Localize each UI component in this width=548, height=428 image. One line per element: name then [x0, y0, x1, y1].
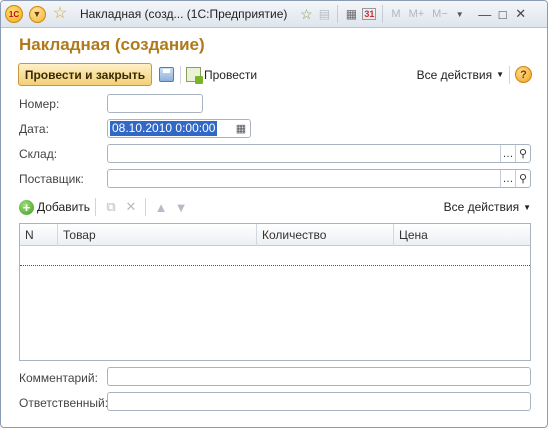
main-menu-button[interactable]: ▼: [27, 4, 47, 24]
title-bar: 1С ▼ ☆ Накладная (созд... (1С:Предприяти…: [1, 1, 547, 28]
help-icon[interactable]: ?: [515, 66, 532, 83]
close-button[interactable]: ✕: [512, 5, 530, 23]
favorites-button[interactable]: ☆: [50, 4, 70, 24]
current-row-indicator: [20, 265, 530, 266]
maximize-button[interactable]: □: [494, 5, 512, 23]
post-document-icon: [186, 67, 203, 84]
supplier-select-button[interactable]: …: [500, 170, 515, 187]
chevron-down-icon: ▼: [28, 5, 46, 23]
star-plus-icon: ☆: [300, 5, 313, 22]
warehouse-field[interactable]: … ⚲: [107, 144, 531, 163]
command-divider: [180, 66, 181, 84]
link-button[interactable]: ▤: [315, 5, 333, 23]
maximize-icon: □: [498, 6, 507, 22]
app-window: 1С ▼ ☆ Накладная (созд... (1С:Предприяти…: [0, 0, 548, 428]
form-command-bar: Провести и закрыть Провести Все действия…: [18, 63, 532, 87]
column-header-product[interactable]: Товар: [58, 224, 257, 246]
warehouse-label: Склад:: [19, 147, 58, 161]
number-field[interactable]: [107, 94, 203, 113]
calendar-picker-icon[interactable]: ▦: [234, 121, 248, 136]
date-field[interactable]: 08.10.2010 0:00:00 ▦: [107, 119, 251, 138]
add-row-button[interactable]: + Добавить: [19, 197, 90, 217]
dropdown-arrow-icon: ▼: [523, 202, 531, 212]
date-label: Дата:: [19, 122, 49, 136]
document-icon: ▤: [318, 7, 331, 21]
comment-field[interactable]: [107, 367, 531, 386]
responsible-field[interactable]: [107, 392, 531, 411]
search-icon: ⚲: [518, 173, 528, 185]
app-logo-button[interactable]: 1С: [4, 4, 24, 24]
move-down-icon[interactable]: ▼: [173, 199, 189, 215]
add-to-favorites-button[interactable]: ☆: [297, 5, 315, 23]
table-header: N Товар Количество Цена: [20, 224, 530, 246]
responsible-label: Ответственный:: [19, 396, 109, 410]
all-actions-menu[interactable]: Все действия ▼: [417, 63, 504, 86]
delete-row-icon[interactable]: ✕: [123, 199, 139, 215]
supplier-open-button[interactable]: ⚲: [515, 170, 530, 187]
all-actions-label: Все действия: [416, 67, 493, 82]
comment-label: Комментарий:: [19, 371, 98, 385]
calculator-button[interactable]: ▦: [342, 5, 360, 23]
command-divider: [509, 66, 510, 84]
star-icon: ☆: [52, 5, 68, 22]
window-title: Накладная (созд... (1С:Предприятие): [80, 7, 288, 21]
column-header-n[interactable]: N: [20, 224, 58, 246]
close-icon: ✕: [515, 6, 527, 21]
1c-logo-icon: 1С: [5, 5, 23, 23]
post-and-close-button[interactable]: Провести и закрыть: [18, 63, 152, 86]
memory-plus-button[interactable]: M+: [409, 8, 425, 20]
dropdown-arrow-icon: ▼: [496, 70, 504, 79]
table-all-actions-label: Все действия: [443, 200, 520, 214]
calendar-icon: 31: [362, 8, 377, 20]
minimize-button[interactable]: —: [476, 5, 494, 23]
move-up-icon[interactable]: ▲: [153, 199, 169, 215]
add-row-label: Добавить: [37, 200, 91, 214]
toolbar-divider: [382, 5, 384, 23]
number-label: Номер:: [19, 97, 60, 111]
column-header-quantity[interactable]: Количество: [257, 224, 394, 246]
toolbar-divider: [337, 5, 339, 23]
form-title: Накладная (создание): [19, 35, 205, 54]
memory-minus-button[interactable]: M−: [432, 8, 448, 20]
command-divider: [145, 198, 146, 216]
calculator-icon: ▦: [345, 7, 358, 21]
column-header-price[interactable]: Цена: [394, 224, 530, 246]
save-icon[interactable]: [159, 67, 174, 82]
minimize-icon: —: [478, 6, 492, 22]
calendar-button[interactable]: 31: [360, 5, 378, 23]
supplier-field[interactable]: … ⚲: [107, 169, 531, 188]
menu-dropdown-icon[interactable]: ▼: [456, 10, 464, 19]
copy-row-icon[interactable]: ⧉: [103, 199, 119, 215]
warehouse-select-button[interactable]: …: [500, 145, 515, 162]
warehouse-open-button[interactable]: ⚲: [515, 145, 530, 162]
memory-button[interactable]: M: [391, 8, 400, 20]
table-command-bar: + Добавить ⧉ ✕ ▲ ▼ Все действия ▼: [19, 197, 531, 217]
post-button[interactable]: Провести: [186, 63, 257, 86]
plus-icon: +: [19, 199, 34, 215]
table-all-actions-menu[interactable]: Все действия ▼: [444, 197, 531, 217]
date-value: 08.10.2010 0:00:00: [110, 121, 218, 136]
search-icon: ⚲: [518, 148, 528, 160]
supplier-label: Поставщик:: [19, 172, 84, 186]
post-button-label: Провести: [204, 67, 258, 82]
command-divider: [95, 198, 96, 216]
goods-table[interactable]: N Товар Количество Цена: [19, 223, 531, 361]
